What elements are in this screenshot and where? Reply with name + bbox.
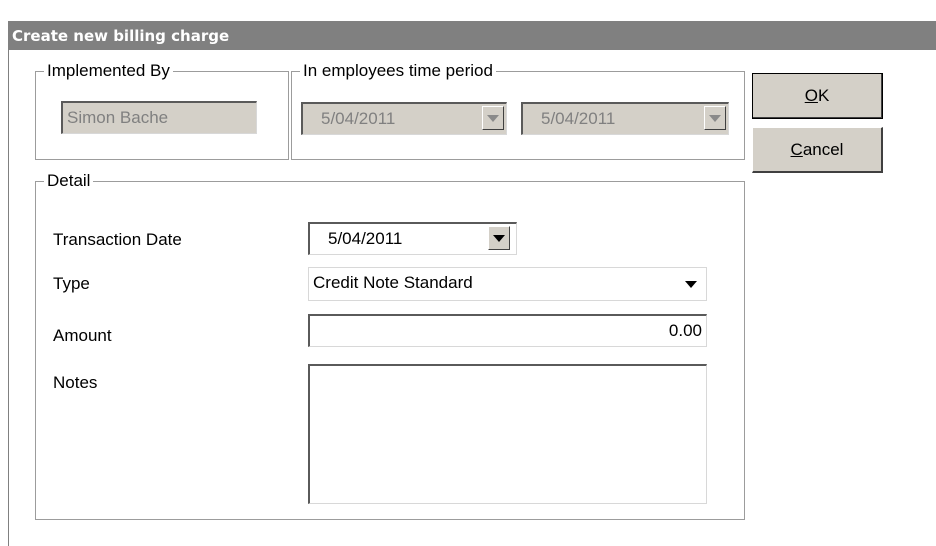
dialog-title: Create new billing charge: [9, 22, 936, 50]
type-dropdown[interactable]: Credit Note Standard: [308, 267, 707, 301]
period-to-value: 5/04/2011: [541, 109, 616, 128]
chevron-down-icon[interactable]: [488, 226, 510, 250]
transaction-date-label: Transaction Date: [53, 230, 182, 249]
amount-input[interactable]: 0.00: [308, 314, 707, 347]
time-period-legend: In employees time period: [303, 61, 493, 80]
period-from-value: 5/04/2011: [321, 109, 396, 128]
ok-mnemonic: O: [804, 86, 818, 105]
amount-label: Amount: [53, 326, 112, 345]
ok-button[interactable]: OK: [752, 73, 883, 119]
cancel-label: ancel: [802, 140, 844, 159]
transaction-date-dropdown[interactable]: 5/04/2011: [308, 222, 517, 255]
billing-charge-dialog: Create new billing charge Implemented By…: [8, 21, 936, 546]
notes-textarea[interactable]: [308, 364, 707, 504]
type-label: Type: [53, 274, 90, 293]
type-value: Credit Note Standard: [313, 273, 473, 292]
chevron-down-icon: [482, 106, 504, 130]
notes-label: Notes: [53, 373, 98, 392]
implemented-by-field: Simon Bache: [61, 101, 257, 134]
cancel-mnemonic: C: [790, 140, 803, 159]
ok-label: K: [817, 86, 830, 105]
chevron-down-icon: [704, 106, 726, 130]
implemented-by-legend: Implemented By: [47, 61, 170, 80]
period-from-dropdown: 5/04/2011: [301, 102, 507, 135]
chevron-down-icon[interactable]: [680, 272, 702, 296]
detail-legend: Detail: [47, 171, 91, 190]
cancel-button[interactable]: Cancel: [752, 127, 883, 173]
transaction-date-value: 5/04/2011: [328, 229, 403, 248]
period-to-dropdown: 5/04/2011: [521, 102, 729, 135]
